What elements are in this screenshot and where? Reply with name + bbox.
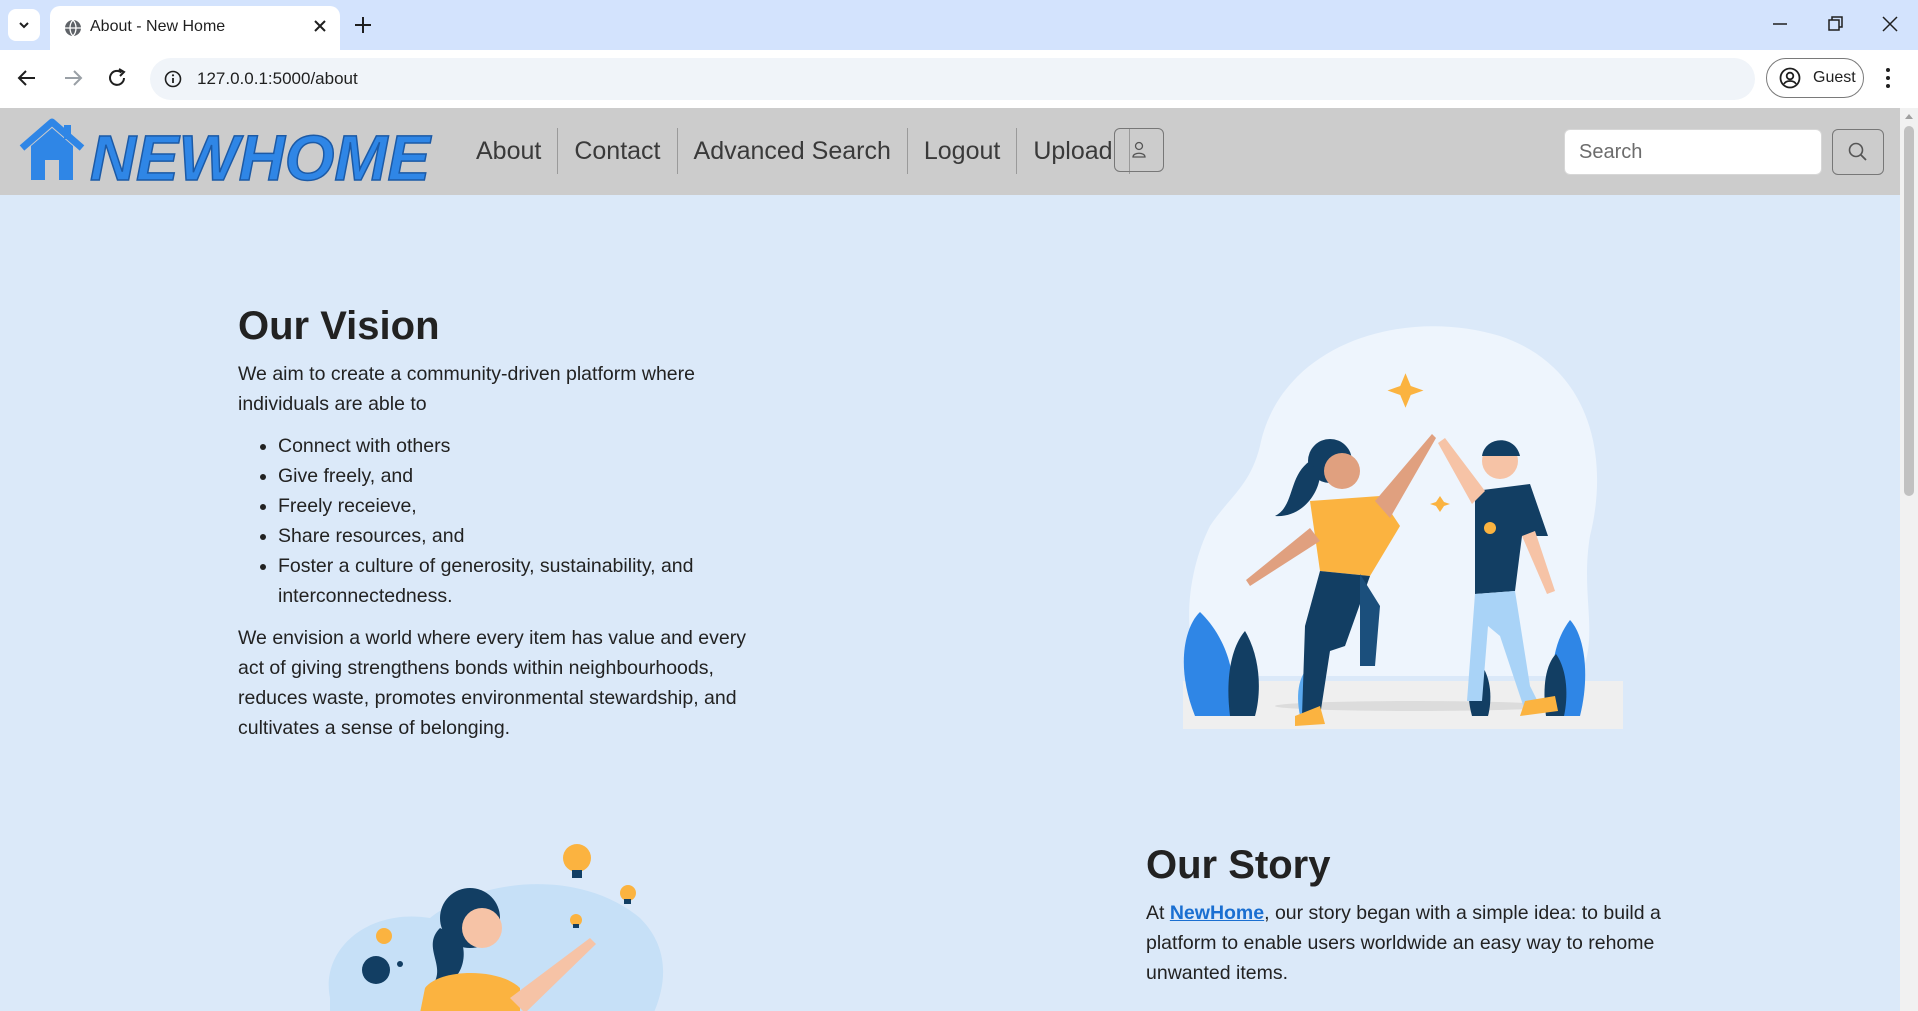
site-search-input[interactable] [1564, 129, 1822, 175]
page-viewport: NEWHOME About Contact Advanced Search Lo… [0, 108, 1900, 1011]
forward-arrow-icon[interactable] [62, 67, 84, 89]
site-info-icon[interactable] [164, 70, 182, 88]
vision-closing: We envision a world where every item has… [238, 627, 746, 739]
address-bar[interactable]: 127.0.0.1:5000/about [150, 58, 1755, 100]
nav-links: About Contact Advanced Search Logout Upl… [460, 128, 1130, 174]
list-item: Share resources, and [278, 521, 768, 551]
story-heading: Our Story [1146, 843, 1331, 887]
globe-icon [65, 19, 81, 37]
site-navbar: NEWHOME About Contact Advanced Search Lo… [0, 108, 1900, 195]
chevron-down-icon [19, 22, 29, 29]
browser-tabstrip: About - New Home [0, 0, 1918, 50]
tab-search-button[interactable] [8, 9, 40, 41]
new-tab-plus-icon[interactable] [352, 14, 374, 36]
brand-wordmark: NEWHOME [90, 122, 432, 186]
back-arrow-icon[interactable] [16, 67, 38, 89]
story-section: Our Story At NewHome, our story began wi… [1146, 843, 1676, 988]
ideas-illustration [328, 844, 663, 1011]
brand-logo[interactable]: NEWHOME [18, 116, 438, 195]
nav-logout-link[interactable]: Logout [908, 128, 1018, 174]
page-scrollbar[interactable] [1900, 108, 1918, 1011]
vision-list: Connect with others Give freely, and Fre… [238, 431, 768, 611]
profile-avatar-icon [1779, 67, 1801, 89]
search-icon [1848, 142, 1867, 161]
list-item: Connect with others [278, 431, 768, 461]
url-text: 127.0.0.1:5000/about [197, 69, 358, 88]
person-icon [1132, 141, 1146, 158]
reload-icon[interactable] [106, 67, 128, 89]
newhome-link[interactable]: NewHome [1170, 902, 1264, 924]
kebab-menu-icon[interactable] [1884, 67, 1892, 89]
list-item: Freely receieve, [278, 491, 768, 521]
list-item: Foster a culture of generosity, sustaina… [278, 551, 768, 611]
high-five-illustration [1183, 326, 1623, 729]
close-tab-icon[interactable] [312, 18, 328, 34]
nav-upload-link[interactable]: Upload [1017, 128, 1130, 174]
scroll-up-arrow-icon[interactable] [1904, 112, 1914, 120]
nav-about-link[interactable]: About [460, 128, 559, 174]
list-item: Give freely, and [278, 461, 768, 491]
vision-intro: We aim to create a community-driven plat… [238, 363, 695, 415]
profile-label: Guest [1813, 69, 1856, 86]
nav-contact-link[interactable]: Contact [558, 128, 678, 174]
close-window-icon[interactable] [1880, 14, 1900, 34]
profile-button[interactable]: Guest [1766, 58, 1864, 98]
search-submit-button[interactable] [1832, 129, 1884, 175]
tab-title: About - New Home [90, 18, 226, 35]
browser-toolbar: 127.0.0.1:5000/about Guest [0, 50, 1918, 108]
scrollbar-thumb[interactable] [1904, 126, 1914, 496]
house-icon [19, 118, 85, 180]
vision-heading: Our Vision [238, 304, 440, 348]
story-prefix: At [1146, 902, 1170, 924]
story-text: At NewHome, our story began with a simpl… [1146, 898, 1676, 988]
user-profile-button[interactable] [1114, 128, 1164, 172]
minimize-icon[interactable] [1770, 14, 1790, 34]
restore-icon[interactable] [1825, 14, 1845, 34]
browser-tab-active[interactable]: About - New Home [50, 6, 340, 50]
nav-advanced-search-link[interactable]: Advanced Search [678, 128, 908, 174]
vision-section: Our Vision We aim to create a community-… [238, 304, 768, 743]
